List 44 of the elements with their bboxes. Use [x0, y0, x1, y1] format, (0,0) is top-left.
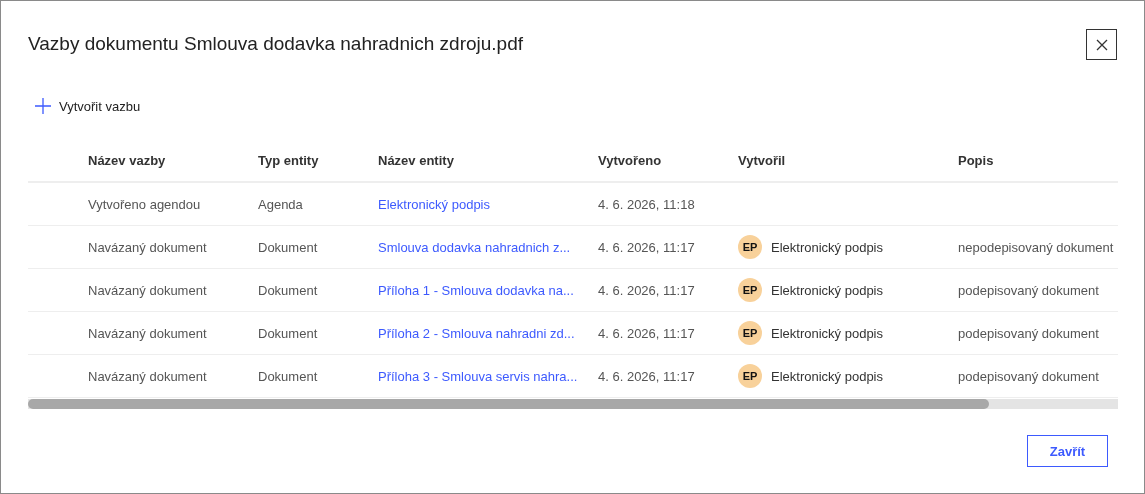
- avatar: EP: [738, 321, 762, 345]
- entity-link[interactable]: Příloha 3 - Smlouva servis nahra...: [378, 369, 578, 384]
- entity-link[interactable]: Elektronický podpis: [378, 197, 490, 212]
- creator-name: Elektronický podpis: [771, 282, 883, 298]
- column-header: Název vazby: [88, 153, 167, 168]
- table-cell-text: Dokument: [258, 239, 319, 255]
- table-cell-text: podepisovaný dokument: [958, 282, 1100, 298]
- table-cell-text: 4. 6. 2026, 11:17: [598, 368, 696, 384]
- table-cell-text: Navázaný dokument: [88, 239, 208, 255]
- column-header: Název entity: [378, 153, 455, 168]
- avatar: EP: [738, 235, 762, 259]
- column-header: Popis: [958, 153, 995, 168]
- table-cell-text: Dokument: [258, 325, 319, 341]
- creator-name: Elektronický podpis: [771, 325, 883, 341]
- table-cell-text: podepisovaný dokument: [958, 325, 1100, 341]
- column-header: Vytvořil: [738, 153, 787, 168]
- avatar: EP: [738, 278, 762, 302]
- dialog-title: Vazby dokumentu Smlouva dodavka nahradnich zdroju.pdf: [28, 33, 523, 55]
- entity-link[interactable]: Smlouva dodavka nahradnich z...: [378, 240, 571, 255]
- table-cell-text: 4. 6. 2026, 11:17: [598, 282, 696, 298]
- entity-link[interactable]: Příloha 1 - Smlouva dodavka na...: [378, 283, 574, 298]
- column-header: Vytvořeno: [598, 153, 663, 168]
- table-cell-text: Agenda: [258, 196, 304, 212]
- avatar: EP: [738, 364, 762, 388]
- table-cell-text: podepisovaný dokument: [958, 368, 1100, 384]
- table-cell-text: 4. 6. 2026, 11:17: [598, 239, 696, 255]
- creator-name: Elektronický podpis: [771, 368, 883, 384]
- table-cell-text: Navázaný dokument: [88, 282, 208, 298]
- table-cell-text: 4. 6. 2026, 11:18: [598, 196, 696, 212]
- plus-icon: [35, 98, 51, 114]
- table-cell-text: Navázaný dokument: [88, 368, 208, 384]
- table-cell-text: nepodepisovaný dokument: [958, 239, 1115, 255]
- close-icon: [1095, 38, 1108, 51]
- entity-link[interactable]: Příloha 2 - Smlouva nahradni zd...: [378, 326, 575, 341]
- table-cell-text: Dokument: [258, 368, 319, 384]
- table-cell-text: Navázaný dokument: [88, 325, 208, 341]
- close-dialog-button[interactable]: Zavřít: [1027, 435, 1108, 467]
- create-link-button[interactable]: Vytvořit vazbu: [28, 98, 141, 114]
- close-button[interactable]: [1086, 29, 1117, 60]
- column-header: Typ entity: [258, 153, 320, 168]
- table-cell-text: Vytvořeno agendou: [88, 196, 202, 212]
- creator-name: Elektronický podpis: [771, 239, 883, 255]
- table-cell-text: Dokument: [258, 282, 319, 298]
- table-cell-text: 4. 6. 2026, 11:17: [598, 325, 696, 341]
